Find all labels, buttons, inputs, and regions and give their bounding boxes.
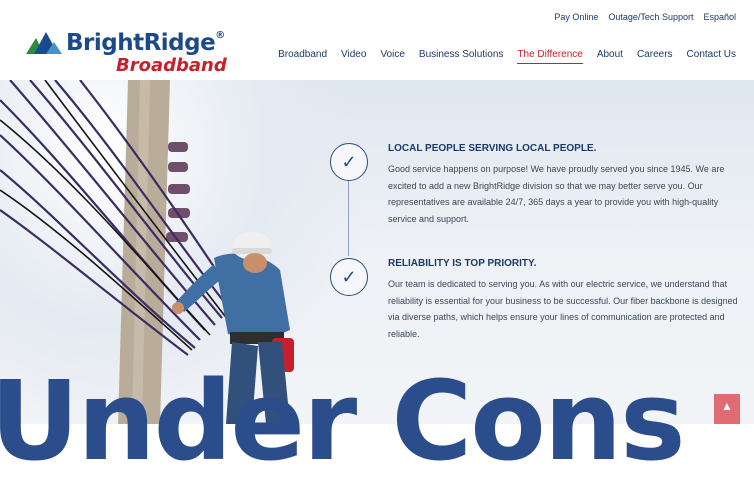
nav-video[interactable]: Video xyxy=(341,49,366,64)
nav-careers[interactable]: Careers xyxy=(637,49,673,64)
nav-contact-us[interactable]: Contact Us xyxy=(687,49,736,64)
check-icon: ✓ xyxy=(330,258,368,296)
site-header: BrightRidge® Broadband Pay Online Outage… xyxy=(0,0,754,80)
feature-text: Our team is dedicated to serving you. As… xyxy=(388,279,738,339)
registered-mark: ® xyxy=(215,30,225,41)
brand-subtitle: Broadband xyxy=(116,55,227,76)
util-link-outage-support[interactable]: Outage/Tech Support xyxy=(608,12,693,22)
feature-local-people: ✓ LOCAL PEOPLE SERVING LOCAL PEOPLE. Goo… xyxy=(330,143,740,243)
feature-title: LOCAL PEOPLE SERVING LOCAL PEOPLE. xyxy=(388,143,597,154)
nav-about[interactable]: About xyxy=(597,49,623,64)
feature-reliability: ✓ RELIABILITY IS TOP PRIORITY. Our team … xyxy=(330,258,740,358)
util-link-espanol[interactable]: Español xyxy=(703,12,736,22)
mountain-logo-icon xyxy=(26,32,62,54)
nav-broadband[interactable]: Broadband xyxy=(278,49,327,64)
utility-nav: Pay Online Outage/Tech Support Español xyxy=(554,12,736,22)
arrow-up-icon: ▲ xyxy=(721,399,733,413)
feature-title: RELIABILITY IS TOP PRIORITY. xyxy=(388,258,537,269)
check-icon: ✓ xyxy=(330,143,368,181)
brand-name: BrightRidge® xyxy=(66,30,225,56)
under-construction-overlay: Under Cons xyxy=(0,357,686,485)
main-nav: Broadband Video Voice Business Solutions… xyxy=(278,49,736,64)
nav-the-difference[interactable]: The Difference xyxy=(517,49,583,64)
brand-logo[interactable]: BrightRidge® Broadband xyxy=(26,28,227,78)
util-link-pay-online[interactable]: Pay Online xyxy=(554,12,598,22)
feature-text: Good service happens on purpose! We have… xyxy=(388,164,725,224)
nav-business-solutions[interactable]: Business Solutions xyxy=(419,49,504,64)
nav-voice[interactable]: Voice xyxy=(380,49,404,64)
scroll-to-top-button[interactable]: ▲ xyxy=(714,394,740,424)
